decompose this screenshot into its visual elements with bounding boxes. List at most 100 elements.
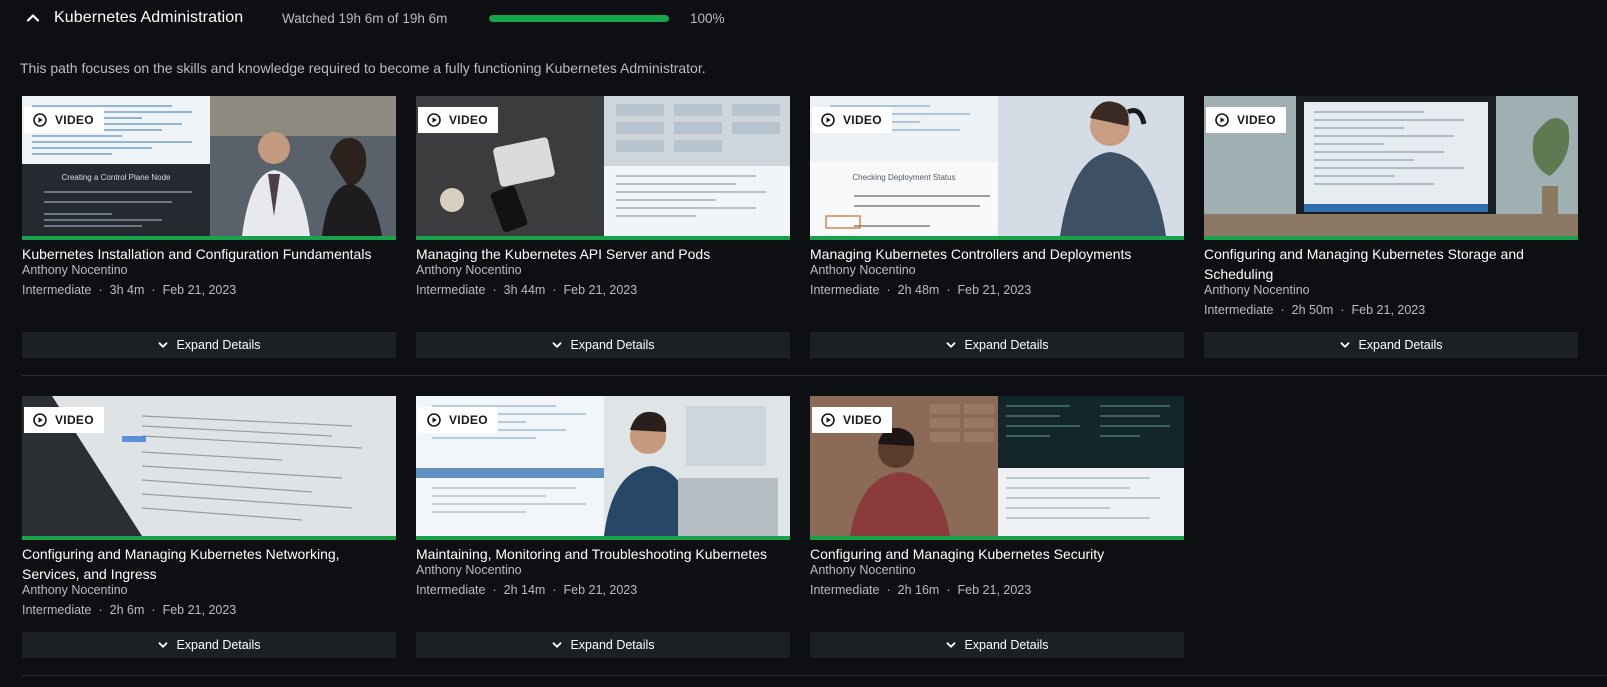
video-badge: VIDEO bbox=[812, 407, 892, 433]
course-date: Feb 21, 2023 bbox=[563, 583, 638, 597]
expand-details-label: Expand Details bbox=[1358, 338, 1443, 352]
play-circle-icon bbox=[33, 113, 47, 127]
play-circle-icon bbox=[1215, 113, 1229, 127]
course-title[interactable]: Kubernetes Installation and Configuratio… bbox=[22, 244, 396, 264]
chevron-down-icon bbox=[159, 342, 168, 348]
course-meta: Intermediate · 2h 6m · Feb 21, 2023 bbox=[22, 603, 237, 617]
badge-label: VIDEO bbox=[449, 113, 488, 127]
course-card: Checking Deployment Status VIDEO Managin… bbox=[810, 96, 1184, 360]
chevron-down-icon bbox=[1341, 342, 1350, 348]
course-date: Feb 21, 2023 bbox=[162, 603, 237, 617]
course-card: VIDEO Configuring and Managing Kubernete… bbox=[22, 396, 396, 660]
chevron-up-icon[interactable] bbox=[24, 9, 42, 27]
chevron-down-icon bbox=[553, 342, 562, 348]
course-duration: 2h 16m bbox=[897, 583, 940, 597]
play-circle-icon bbox=[33, 413, 47, 427]
course-author: Anthony Nocentino bbox=[1204, 283, 1310, 297]
course-duration: 2h 14m bbox=[503, 583, 546, 597]
expand-details-label: Expand Details bbox=[570, 638, 655, 652]
course-author: Anthony Nocentino bbox=[416, 263, 522, 277]
course-title[interactable]: Configuring and Managing Kubernetes Stor… bbox=[1204, 244, 1578, 284]
row-divider bbox=[22, 375, 1607, 376]
course-duration: 2h 6m bbox=[109, 603, 145, 617]
course-meta: Intermediate · 2h 48m · Feb 21, 2023 bbox=[810, 283, 1032, 297]
course-thumbnail[interactable]: Checking Deployment Status VIDEO bbox=[810, 96, 1184, 240]
course-level: Intermediate bbox=[810, 283, 880, 297]
course-title[interactable]: Managing Kubernetes Controllers and Depl… bbox=[810, 244, 1184, 264]
video-badge: VIDEO bbox=[812, 107, 892, 133]
expand-details-button[interactable]: Expand Details bbox=[22, 632, 396, 658]
chevron-down-icon bbox=[159, 642, 168, 648]
video-badge: VIDEO bbox=[418, 407, 498, 433]
path-description: This path focuses on the skills and know… bbox=[20, 60, 706, 76]
course-card: VIDEO Configuring and Managing Kubernete… bbox=[810, 396, 1184, 660]
expand-details-label: Expand Details bbox=[176, 638, 261, 652]
course-date: Feb 21, 2023 bbox=[563, 283, 638, 297]
progress-percent: 100% bbox=[690, 11, 725, 26]
course-title[interactable]: Configuring and Managing Kubernetes Netw… bbox=[22, 544, 396, 584]
video-badge: VIDEO bbox=[418, 107, 498, 133]
thumbnail-caption: Checking Deployment Status bbox=[852, 173, 955, 182]
expand-details-button[interactable]: Expand Details bbox=[416, 632, 790, 658]
path-header: Kubernetes Administration Watched 19h 6m… bbox=[0, 0, 1607, 38]
expand-details-button[interactable]: Expand Details bbox=[810, 332, 1184, 358]
chevron-down-icon bbox=[947, 642, 956, 648]
path-title[interactable]: Kubernetes Administration bbox=[54, 9, 243, 27]
video-badge: VIDEO bbox=[24, 407, 104, 433]
course-author: Anthony Nocentino bbox=[810, 263, 916, 277]
course-title[interactable]: Managing the Kubernetes API Server and P… bbox=[416, 244, 790, 264]
course-thumbnail[interactable]: VIDEO bbox=[1204, 96, 1578, 240]
expand-details-button[interactable]: Expand Details bbox=[22, 332, 396, 358]
course-meta: Intermediate · 2h 16m · Feb 21, 2023 bbox=[810, 583, 1032, 597]
course-thumbnail[interactable]: VIDEO bbox=[416, 96, 790, 240]
course-duration: 3h 44m bbox=[503, 283, 546, 297]
expand-details-button[interactable]: Expand Details bbox=[1204, 332, 1578, 358]
course-author: Anthony Nocentino bbox=[22, 263, 128, 277]
course-date: Feb 21, 2023 bbox=[162, 283, 237, 297]
thumbnail-caption: Creating a Control Plane Node bbox=[62, 173, 172, 182]
course-author: Anthony Nocentino bbox=[810, 563, 916, 577]
video-badge: VIDEO bbox=[24, 107, 104, 133]
course-duration: 2h 48m bbox=[897, 283, 940, 297]
expand-details-button[interactable]: Expand Details bbox=[810, 632, 1184, 658]
progress-fill bbox=[489, 15, 669, 22]
badge-label: VIDEO bbox=[843, 413, 882, 427]
section-divider bbox=[22, 675, 1607, 676]
play-circle-icon bbox=[821, 413, 835, 427]
course-level: Intermediate bbox=[22, 283, 92, 297]
expand-details-button[interactable]: Expand Details bbox=[416, 332, 790, 358]
course-card: VIDEO Managing the Kubernetes API Server… bbox=[416, 96, 790, 360]
badge-label: VIDEO bbox=[1237, 113, 1276, 127]
course-level: Intermediate bbox=[1204, 303, 1274, 317]
course-date: Feb 21, 2023 bbox=[957, 283, 1032, 297]
video-badge: VIDEO bbox=[1206, 107, 1286, 133]
course-thumbnail[interactable]: VIDEO bbox=[416, 396, 790, 540]
chevron-down-icon bbox=[553, 642, 562, 648]
course-title[interactable]: Maintaining, Monitoring and Troubleshoot… bbox=[416, 544, 790, 564]
course-level: Intermediate bbox=[810, 583, 880, 597]
progress-bar bbox=[489, 15, 669, 22]
course-author: Anthony Nocentino bbox=[22, 583, 128, 597]
watched-time: Watched 19h 6m of 19h 6m bbox=[282, 11, 448, 26]
course-author: Anthony Nocentino bbox=[416, 563, 522, 577]
course-thumbnail[interactable]: Creating a Control Plane Node VIDEO bbox=[22, 96, 396, 240]
expand-details-label: Expand Details bbox=[964, 638, 1049, 652]
expand-details-label: Expand Details bbox=[176, 338, 261, 352]
course-title[interactable]: Configuring and Managing Kubernetes Secu… bbox=[810, 544, 1184, 564]
course-meta: Intermediate · 3h 4m · Feb 21, 2023 bbox=[22, 283, 237, 297]
course-card: Creating a Control Plane Node VIDEO Kube… bbox=[22, 96, 396, 360]
course-level: Intermediate bbox=[416, 283, 486, 297]
course-level: Intermediate bbox=[22, 603, 92, 617]
play-circle-icon bbox=[427, 113, 441, 127]
course-date: Feb 21, 2023 bbox=[957, 583, 1032, 597]
expand-details-label: Expand Details bbox=[964, 338, 1049, 352]
course-thumbnail[interactable]: VIDEO bbox=[22, 396, 396, 540]
course-thumbnail[interactable]: VIDEO bbox=[810, 396, 1184, 540]
course-card: VIDEO Configuring and Managing Kubernete… bbox=[1204, 96, 1578, 360]
course-card: VIDEO Maintaining, Monitoring and Troubl… bbox=[416, 396, 790, 660]
expand-details-label: Expand Details bbox=[570, 338, 655, 352]
play-circle-icon bbox=[427, 413, 441, 427]
badge-label: VIDEO bbox=[55, 113, 94, 127]
course-meta: Intermediate · 2h 50m · Feb 21, 2023 bbox=[1204, 303, 1426, 317]
badge-label: VIDEO bbox=[55, 413, 94, 427]
